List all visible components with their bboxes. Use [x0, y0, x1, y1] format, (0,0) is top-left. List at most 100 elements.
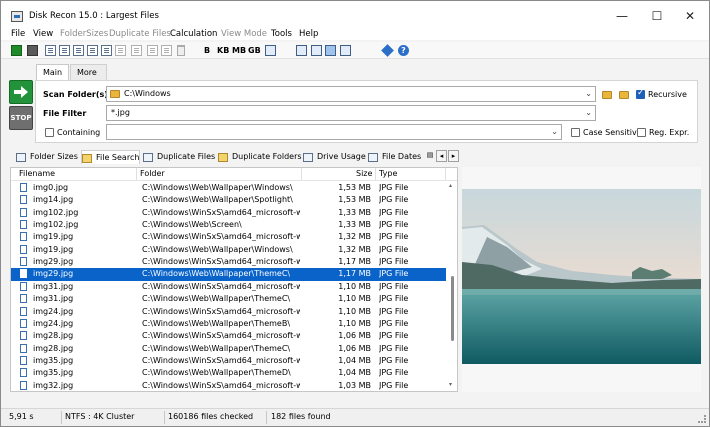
tab-duplicate-folders[interactable]: Duplicate Folders [218, 150, 302, 164]
containing-checkbox[interactable] [45, 128, 54, 137]
column-size[interactable]: Size [356, 169, 372, 178]
unit-mb-button[interactable]: MB [232, 46, 246, 55]
tab-folder-sizes[interactable]: Folder Sizes [16, 150, 78, 164]
scan-folder-input[interactable]: C:\Windows ⌄ [106, 86, 596, 102]
homepage-icon[interactable] [381, 44, 394, 57]
layout-preview-icon[interactable] [325, 45, 336, 56]
chevron-down-icon[interactable]: ⌄ [585, 106, 592, 120]
table-row[interactable]: img32.jpg C:\Windows\WinSxS\amd64_microso… [11, 380, 446, 391]
table-row[interactable]: img28.jpg C:\Windows\WinSxS\amd64_microso… [11, 330, 446, 342]
file-report-icon[interactable] [59, 45, 70, 56]
tab-scroll-left-button[interactable]: ◂ [436, 150, 447, 162]
table-row[interactable]: img14.jpg C:\Windows\Web\Wallpaper\Spotli… [11, 194, 446, 206]
tab-file-search[interactable]: File Search [81, 150, 141, 164]
table-row[interactable]: img29.jpg C:\Windows\WinSxS\amd64_microso… [11, 256, 446, 268]
table-row[interactable]: img19.jpg C:\Windows\WinSxS\amd64_microso… [11, 231, 446, 243]
delete-icon[interactable] [177, 45, 185, 56]
table-row[interactable]: img35.jpg C:\Windows\Web\Wallpaper\ThemeD… [11, 367, 446, 379]
maximize-icon[interactable]: ☐ [641, 5, 673, 27]
column-divider[interactable] [301, 168, 302, 180]
file-filter-input[interactable]: *.jpg ⌄ [106, 105, 596, 121]
close-icon[interactable]: ✕ [674, 5, 706, 27]
menu-help[interactable]: Help [299, 28, 318, 40]
unit-b-button[interactable]: B [204, 46, 210, 55]
help-icon[interactable]: ? [398, 45, 409, 56]
table-row[interactable]: img35.jpg C:\Windows\WinSxS\amd64_microso… [11, 355, 446, 367]
menu-calculation[interactable]: Calculation [170, 28, 217, 40]
menu-view[interactable]: View [33, 28, 53, 40]
start-scan-icon[interactable] [11, 45, 22, 56]
tab-duplicate-folders-label: Duplicate Folders [232, 152, 302, 161]
duplicate-folders-icon [218, 153, 228, 162]
recursive-checkbox[interactable] [636, 88, 645, 99]
stop-scan-button[interactable]: STOP [9, 106, 33, 130]
menu-duplicate-files[interactable]: Duplicate Files [109, 28, 171, 40]
add-folder-icon[interactable] [619, 91, 629, 99]
table-row[interactable]: img24.jpg C:\Windows\WinSxS\amd64_microso… [11, 306, 446, 318]
unit-kb-button[interactable]: KB [217, 46, 229, 55]
folder-icon[interactable] [131, 45, 142, 56]
list-scrollbar[interactable]: ▴ ▾ [448, 181, 457, 391]
start-scan-button[interactable] [9, 80, 33, 104]
chevron-down-icon[interactable]: ⌄ [551, 125, 558, 139]
scroll-up-icon[interactable]: ▴ [449, 182, 452, 189]
stop-scan-icon[interactable] [27, 45, 38, 56]
filename-cell: img0.jpg [33, 183, 69, 192]
table-row[interactable]: img29.jpg C:\Windows\Web\Wallpaper\ThemeC… [11, 268, 446, 281]
size-cell: 1,32 MB [338, 244, 371, 254]
menu-tools[interactable]: Tools [271, 28, 292, 40]
layout-split-icon[interactable] [340, 45, 351, 56]
tab-drive-usage[interactable]: Drive Usage [303, 150, 366, 164]
properties-icon[interactable] [115, 45, 126, 56]
status-divider [266, 411, 267, 424]
print-icon[interactable] [87, 45, 98, 56]
copy-icon[interactable] [101, 45, 112, 56]
folder-sizes-icon [16, 153, 26, 162]
table-row[interactable]: img28.jpg C:\Windows\Web\Wallpaper\ThemeC… [11, 343, 446, 355]
unit-gb-button[interactable]: GB [248, 46, 261, 55]
column-divider[interactable] [445, 168, 446, 180]
minimize-icon[interactable]: — [606, 5, 638, 27]
menu-foldersizes[interactable]: FolderSizes [60, 28, 108, 40]
tab-scroll-right-button[interactable]: ▸ [448, 150, 459, 162]
chevron-down-icon[interactable]: ⌄ [585, 87, 592, 101]
table-row[interactable]: img31.jpg C:\Windows\Web\Wallpaper\ThemeC… [11, 293, 446, 305]
menu-view-mode[interactable]: View Mode [221, 28, 267, 40]
table-row[interactable]: img31.jpg C:\Windows\WinSxS\amd64_microso… [11, 281, 446, 293]
table-row[interactable]: img0.jpg C:\Windows\Web\Wallpaper\Windows… [11, 182, 446, 194]
column-divider[interactable] [136, 168, 137, 180]
resize-grip[interactable] [698, 415, 706, 423]
table-row[interactable]: img24.jpg C:\Windows\Web\Wallpaper\ThemeB… [11, 318, 446, 330]
tab-more-filters[interactable]: More filters [70, 64, 107, 93]
filename-cell: img28.jpg [33, 331, 74, 341]
browse-folder-icon[interactable] [602, 91, 612, 99]
export-icon[interactable] [73, 45, 84, 56]
menu-file[interactable]: File [11, 28, 25, 40]
auto-unit-icon[interactable] [265, 45, 276, 56]
tab-file-dates[interactable]: File Dates [368, 150, 421, 164]
reg-expr-checkbox[interactable] [637, 128, 646, 137]
column-filename[interactable]: Filename [19, 169, 55, 178]
column-folder[interactable]: Folder [140, 169, 165, 178]
scroll-thumb[interactable] [451, 276, 454, 341]
column-type[interactable]: Type [379, 169, 397, 178]
table-row[interactable]: img19.jpg C:\Windows\Web\Wallpaper\Window… [11, 244, 446, 256]
containing-input[interactable]: ⌄ [106, 124, 562, 140]
scroll-down-icon[interactable]: ▾ [449, 381, 452, 388]
filename-cell: img31.jpg [33, 294, 74, 304]
tab-duplicate-files[interactable]: Duplicate Files [143, 150, 215, 164]
table-row[interactable]: img102.jpg C:\Windows\Web\Screen\ 1,33 MB J… [11, 219, 446, 231]
type-cell: JPG File [379, 207, 409, 217]
case-sensitive-checkbox[interactable] [571, 128, 580, 137]
list-header: Filename Folder Size Type [11, 168, 457, 181]
column-divider[interactable] [375, 168, 376, 180]
layout-list-icon[interactable] [296, 45, 307, 56]
type-cell: JPG File [379, 195, 409, 205]
layout-details-icon[interactable] [311, 45, 322, 56]
tab-overflow-icon[interactable]: ▤ [425, 150, 435, 162]
filename-cell: img35.jpg [33, 355, 74, 365]
table-row[interactable]: img102.jpg C:\Windows\WinSxS\amd64_micros… [11, 207, 446, 219]
open-icon[interactable] [147, 45, 158, 56]
file-list-icon[interactable] [45, 45, 56, 56]
move-icon[interactable] [161, 45, 172, 56]
